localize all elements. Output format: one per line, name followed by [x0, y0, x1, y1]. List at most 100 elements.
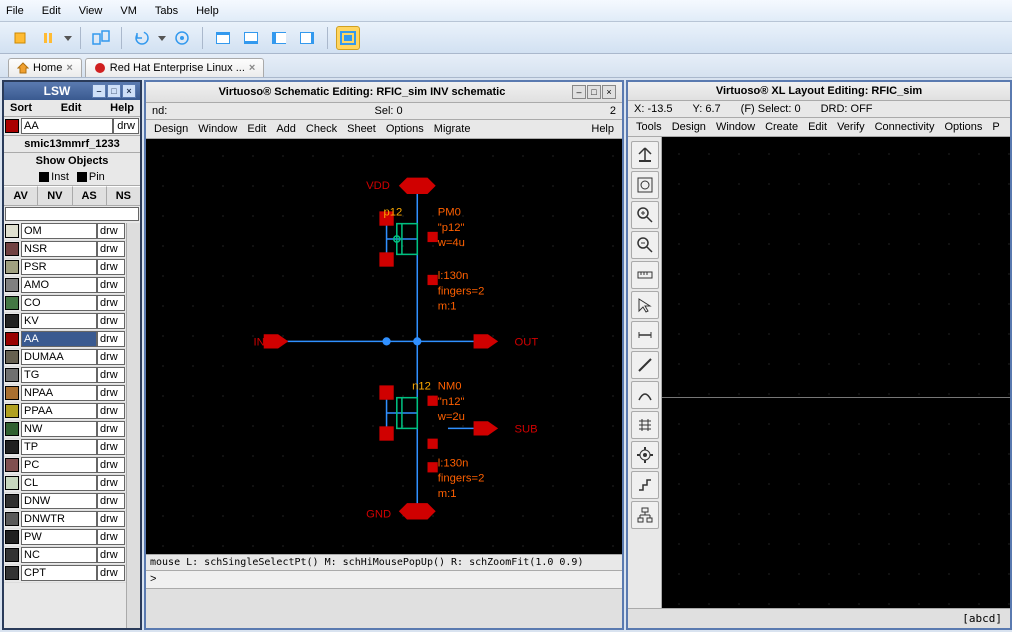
maximize-icon[interactable]: □ [107, 84, 121, 98]
menu-edit[interactable]: Edit [42, 5, 61, 17]
fit-icon[interactable] [631, 171, 659, 199]
layer-row[interactable]: PW drw [4, 529, 126, 547]
show-objects-button[interactable]: Show Objects [4, 153, 140, 169]
menu-help[interactable]: Help [196, 5, 219, 17]
lm-connectivity[interactable]: Connectivity [871, 121, 939, 133]
lm-p[interactable]: P [988, 121, 1003, 133]
sm-migrate[interactable]: Migrate [430, 123, 475, 135]
revert-icon[interactable] [130, 26, 154, 50]
fullscreen-icon[interactable] [336, 26, 360, 50]
layer-list[interactable]: OM drw NSR drw PSR drw AMO drw CO drw KV… [4, 223, 126, 629]
layer-row[interactable]: NW drw [4, 421, 126, 439]
sidebar-left-icon[interactable] [267, 26, 291, 50]
sm-design[interactable]: Design [150, 123, 192, 135]
layer-row[interactable]: AA drw [4, 331, 126, 349]
lsw-edit[interactable]: Edit [61, 102, 82, 114]
sm-sheet[interactable]: Sheet [343, 123, 380, 135]
layer-row[interactable]: NPAA drw [4, 385, 126, 403]
sidebar-right-icon[interactable] [295, 26, 319, 50]
settings-icon[interactable] [170, 26, 194, 50]
layer-purpose[interactable]: drw [113, 118, 139, 134]
menu-tabs[interactable]: Tabs [155, 5, 178, 17]
layer-row[interactable]: PSR drw [4, 259, 126, 277]
command-prompt[interactable]: > [146, 570, 622, 588]
sm-help[interactable]: Help [587, 123, 618, 135]
layer-row[interactable]: DNW drw [4, 493, 126, 511]
layer-row[interactable]: PC drw [4, 457, 126, 475]
close-icon[interactable]: × [249, 62, 255, 74]
power-icon[interactable] [8, 26, 32, 50]
tab-nv[interactable]: NV [38, 186, 72, 205]
tab-as[interactable]: AS [73, 186, 107, 205]
minimize-icon[interactable]: – [572, 85, 586, 99]
tab-av[interactable]: AV [4, 186, 38, 205]
sm-options[interactable]: Options [382, 123, 428, 135]
hierarchy-icon[interactable] [631, 501, 659, 529]
layer-row[interactable]: TG drw [4, 367, 126, 385]
step-icon[interactable] [631, 471, 659, 499]
lm-edit[interactable]: Edit [804, 121, 831, 133]
menu-vm[interactable]: VM [120, 5, 137, 17]
layer-row[interactable]: DNWTR drw [4, 511, 126, 529]
dropdown-icon[interactable] [64, 34, 72, 42]
save-icon[interactable] [631, 141, 659, 169]
lm-window[interactable]: Window [712, 121, 759, 133]
layer-row[interactable]: AMO drw [4, 277, 126, 295]
layer-row[interactable]: PPAA drw [4, 403, 126, 421]
lm-options[interactable]: Options [941, 121, 987, 133]
scrollbar[interactable] [126, 223, 140, 629]
pin-out[interactable] [474, 334, 499, 348]
layer-row[interactable]: CO drw [4, 295, 126, 313]
schematic-canvas[interactable]: VDD GND IN OUT SUB p12 n12 PM0 "p12" w=4… [146, 139, 622, 554]
layer-row[interactable]: CL drw [4, 475, 126, 493]
ruler-icon[interactable] [631, 261, 659, 289]
tab-ns[interactable]: NS [107, 186, 140, 205]
layer-row[interactable]: DUMAA drw [4, 349, 126, 367]
layer-row[interactable]: NC drw [4, 547, 126, 565]
close-icon[interactable]: × [602, 85, 616, 99]
pin-gnd[interactable] [399, 503, 436, 519]
pin-toggle[interactable]: Pin [77, 171, 105, 183]
window-icon[interactable] [211, 26, 235, 50]
layout-canvas[interactable] [662, 137, 1010, 608]
pin-vdd[interactable] [399, 178, 436, 194]
tab-redhat[interactable]: Red Hat Enterprise Linux ... × [85, 58, 265, 77]
pin-in[interactable] [264, 334, 289, 348]
layer-row[interactable]: NSR drw [4, 241, 126, 259]
pin-sub[interactable] [474, 421, 499, 435]
inst-toggle[interactable]: Inst [39, 171, 69, 183]
lsw-sort[interactable]: Sort [10, 102, 32, 114]
layer-name-input[interactable] [21, 118, 113, 134]
pause-icon[interactable] [36, 26, 60, 50]
maximize-icon[interactable]: □ [587, 85, 601, 99]
lm-verify[interactable]: Verify [833, 121, 869, 133]
tab-home[interactable]: Home × [8, 58, 82, 77]
minimize-icon[interactable]: – [92, 84, 106, 98]
sm-edit[interactable]: Edit [243, 123, 270, 135]
stretch-icon[interactable] [631, 321, 659, 349]
layer-row[interactable]: OM drw [4, 223, 126, 241]
lm-create[interactable]: Create [761, 121, 802, 133]
dropdown-icon[interactable] [158, 34, 166, 42]
sm-window[interactable]: Window [194, 123, 241, 135]
close-icon[interactable]: × [66, 62, 72, 74]
zoom-in-icon[interactable] [631, 201, 659, 229]
sm-add[interactable]: Add [272, 123, 300, 135]
sm-check[interactable]: Check [302, 123, 341, 135]
lsw-help[interactable]: Help [110, 102, 134, 114]
snapshot-icon[interactable] [89, 26, 113, 50]
layer-row[interactable]: TP drw [4, 439, 126, 457]
gear-icon[interactable] [631, 441, 659, 469]
filter-input[interactable] [5, 207, 139, 221]
layer-row[interactable]: KV drw [4, 313, 126, 331]
align-icon[interactable] [631, 411, 659, 439]
menu-view[interactable]: View [79, 5, 103, 17]
taskbar-icon[interactable] [239, 26, 263, 50]
layer-row[interactable]: CPT drw [4, 565, 126, 583]
arc-icon[interactable] [631, 381, 659, 409]
select-icon[interactable] [631, 291, 659, 319]
path-icon[interactable] [631, 351, 659, 379]
menu-file[interactable]: File [6, 5, 24, 17]
lm-tools[interactable]: Tools [632, 121, 666, 133]
lm-design[interactable]: Design [668, 121, 710, 133]
